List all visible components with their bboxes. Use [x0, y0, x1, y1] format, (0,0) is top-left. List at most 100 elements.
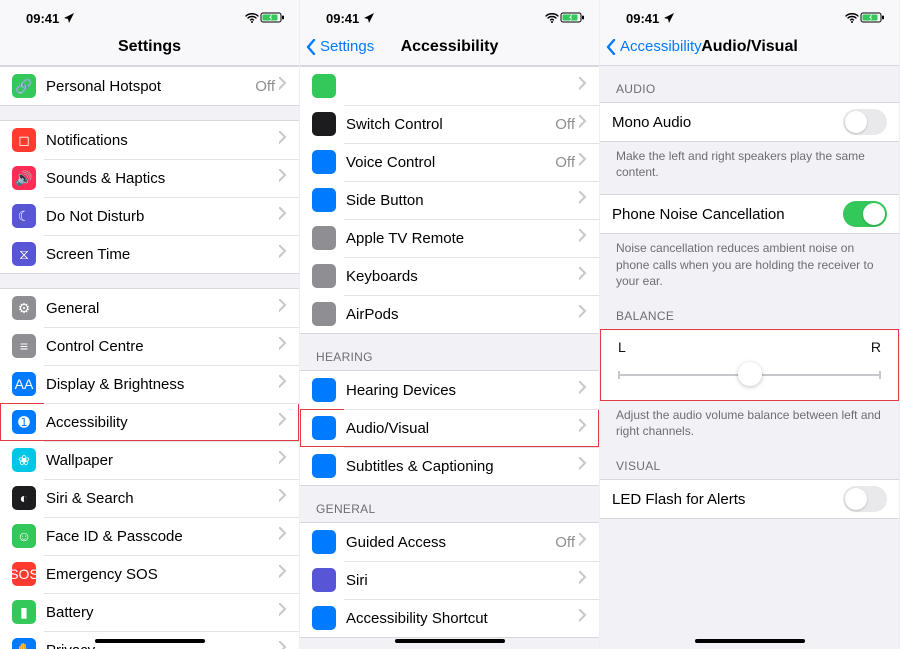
- mono-audio-label: Mono Audio: [612, 114, 843, 131]
- chevron-right-icon: [579, 381, 587, 399]
- chevron-right-icon: [579, 267, 587, 285]
- app-icon: [312, 454, 336, 478]
- status-time: 09:41: [626, 11, 659, 26]
- row-label: Apple TV Remote: [346, 230, 579, 247]
- settings-row[interactable]: Audio/Visual: [300, 409, 599, 447]
- chevron-right-icon: [279, 527, 287, 545]
- settings-row[interactable]: ➊ Accessibility: [0, 403, 299, 441]
- chevron-right-icon: [279, 641, 287, 649]
- row-label: Sounds & Haptics: [46, 170, 279, 187]
- settings-row[interactable]: ⧖Screen Time: [0, 235, 299, 273]
- row-label: Siri & Search: [46, 490, 279, 507]
- bell-icon: ◻︎: [12, 128, 36, 152]
- settings-row[interactable]: [300, 67, 599, 105]
- row-label: Keyboards: [346, 268, 579, 285]
- row-label: Audio/Visual: [346, 420, 579, 437]
- settings-row[interactable]: ◻︎ Notifications: [0, 121, 299, 159]
- row-label: Screen Time: [46, 246, 279, 263]
- settings-row[interactable]: Keyboards: [300, 257, 599, 295]
- led-flash-switch[interactable]: [843, 486, 887, 512]
- settings-row[interactable]: ◐ Siri & Search: [0, 479, 299, 517]
- row-label: Accessibility Shortcut: [346, 610, 579, 627]
- chevron-right-icon: [279, 375, 287, 393]
- chevron-right-icon: [579, 571, 587, 589]
- row-label: Voice Control: [346, 154, 555, 171]
- row-label: Notifications: [46, 132, 279, 149]
- row-label: Control Centre: [46, 338, 279, 355]
- app-icon: [312, 568, 336, 592]
- settings-row[interactable]: 🔊 Sounds & Haptics: [0, 159, 299, 197]
- row-label: Switch Control: [346, 116, 555, 133]
- access-icon: ➊: [12, 410, 36, 434]
- location-icon: [63, 12, 75, 24]
- settings-row[interactable]: Siri: [300, 561, 599, 599]
- chevron-right-icon: [279, 489, 287, 507]
- back-label: Accessibility: [620, 38, 702, 55]
- chevron-right-icon: [279, 451, 287, 469]
- settings-row[interactable]: ☺︎Face ID & Passcode: [0, 517, 299, 555]
- siri-icon: ◐: [12, 486, 36, 510]
- status-time: 09:41: [26, 11, 59, 26]
- balance-slider-thumb[interactable]: [738, 362, 762, 386]
- chevron-right-icon: [579, 115, 587, 133]
- settings-row[interactable]: Accessibility Shortcut: [300, 599, 599, 637]
- chevron-right-icon: [279, 245, 287, 263]
- app-icon: [312, 302, 336, 326]
- row-detail: Off: [255, 78, 275, 95]
- chevron-right-icon: [579, 77, 587, 95]
- noise-cancel-switch[interactable]: [843, 201, 887, 227]
- app-icon: [312, 416, 336, 440]
- settings-row[interactable]: ▮ Battery: [0, 593, 299, 631]
- row-label: Battery: [46, 604, 279, 621]
- home-indicator: [395, 639, 505, 643]
- row-label: Hearing Devices: [346, 382, 579, 399]
- sound-icon: 🔊: [12, 166, 36, 190]
- noise-cancel-label: Phone Noise Cancellation: [612, 206, 843, 223]
- mono-audio-row[interactable]: Mono Audio: [600, 103, 899, 141]
- settings-row[interactable]: Switch ControlOff: [300, 105, 599, 143]
- section-header-balance: BALANCE: [600, 293, 899, 329]
- balance-slider[interactable]: [618, 365, 881, 385]
- row-label: Accessibility: [46, 414, 279, 431]
- settings-row[interactable]: ⚙︎General: [0, 289, 299, 327]
- panel-audio-visual: 09:41 Accessibility Audio/Visual AUDIO M…: [600, 0, 900, 649]
- sos-icon: SOS: [12, 562, 36, 586]
- mono-audio-switch[interactable]: [843, 109, 887, 135]
- settings-row[interactable]: 🔗Personal HotspotOff: [0, 67, 299, 105]
- settings-row[interactable]: SOSEmergency SOS: [0, 555, 299, 593]
- status-bar: 09:41: [0, 0, 299, 28]
- row-label: Subtitles & Captioning: [346, 458, 579, 475]
- chevron-right-icon: [579, 305, 587, 323]
- home-indicator: [95, 639, 205, 643]
- chevron-right-icon: [579, 191, 587, 209]
- chevron-right-icon: [579, 609, 587, 627]
- battery-icon: ▮: [12, 600, 36, 624]
- location-icon: [363, 12, 375, 24]
- settings-row[interactable]: ≡ Control Centre: [0, 327, 299, 365]
- led-flash-row[interactable]: LED Flash for Alerts: [600, 480, 899, 518]
- settings-row[interactable]: Guided AccessOff: [300, 523, 599, 561]
- noise-cancel-row[interactable]: Phone Noise Cancellation: [600, 195, 899, 233]
- settings-row[interactable]: ❀Wallpaper: [0, 441, 299, 479]
- settings-row[interactable]: AirPods: [300, 295, 599, 333]
- settings-row[interactable]: AADisplay & Brightness: [0, 365, 299, 403]
- settings-row[interactable]: Subtitles & Captioning: [300, 447, 599, 485]
- chevron-right-icon: [279, 337, 287, 355]
- back-button[interactable]: Accessibility: [606, 28, 702, 65]
- settings-row[interactable]: Apple TV Remote: [300, 219, 599, 257]
- page-title: Accessibility: [401, 38, 499, 56]
- settings-row[interactable]: Hearing Devices: [300, 371, 599, 409]
- back-button[interactable]: Settings: [306, 28, 374, 65]
- row-label: Personal Hotspot: [46, 78, 255, 95]
- status-bar: 09:41: [600, 0, 899, 28]
- moon-icon: ☾: [12, 204, 36, 228]
- flower-icon: ❀: [12, 448, 36, 472]
- section-header-hearing: HEARING: [300, 334, 599, 370]
- status-icons: [245, 12, 285, 24]
- row-label: Face ID & Passcode: [46, 528, 279, 545]
- settings-row[interactable]: Side Button: [300, 181, 599, 219]
- settings-row[interactable]: ☾Do Not Disturb: [0, 197, 299, 235]
- switches-icon: ≡: [12, 334, 36, 358]
- app-icon: [312, 112, 336, 136]
- settings-row[interactable]: Voice ControlOff: [300, 143, 599, 181]
